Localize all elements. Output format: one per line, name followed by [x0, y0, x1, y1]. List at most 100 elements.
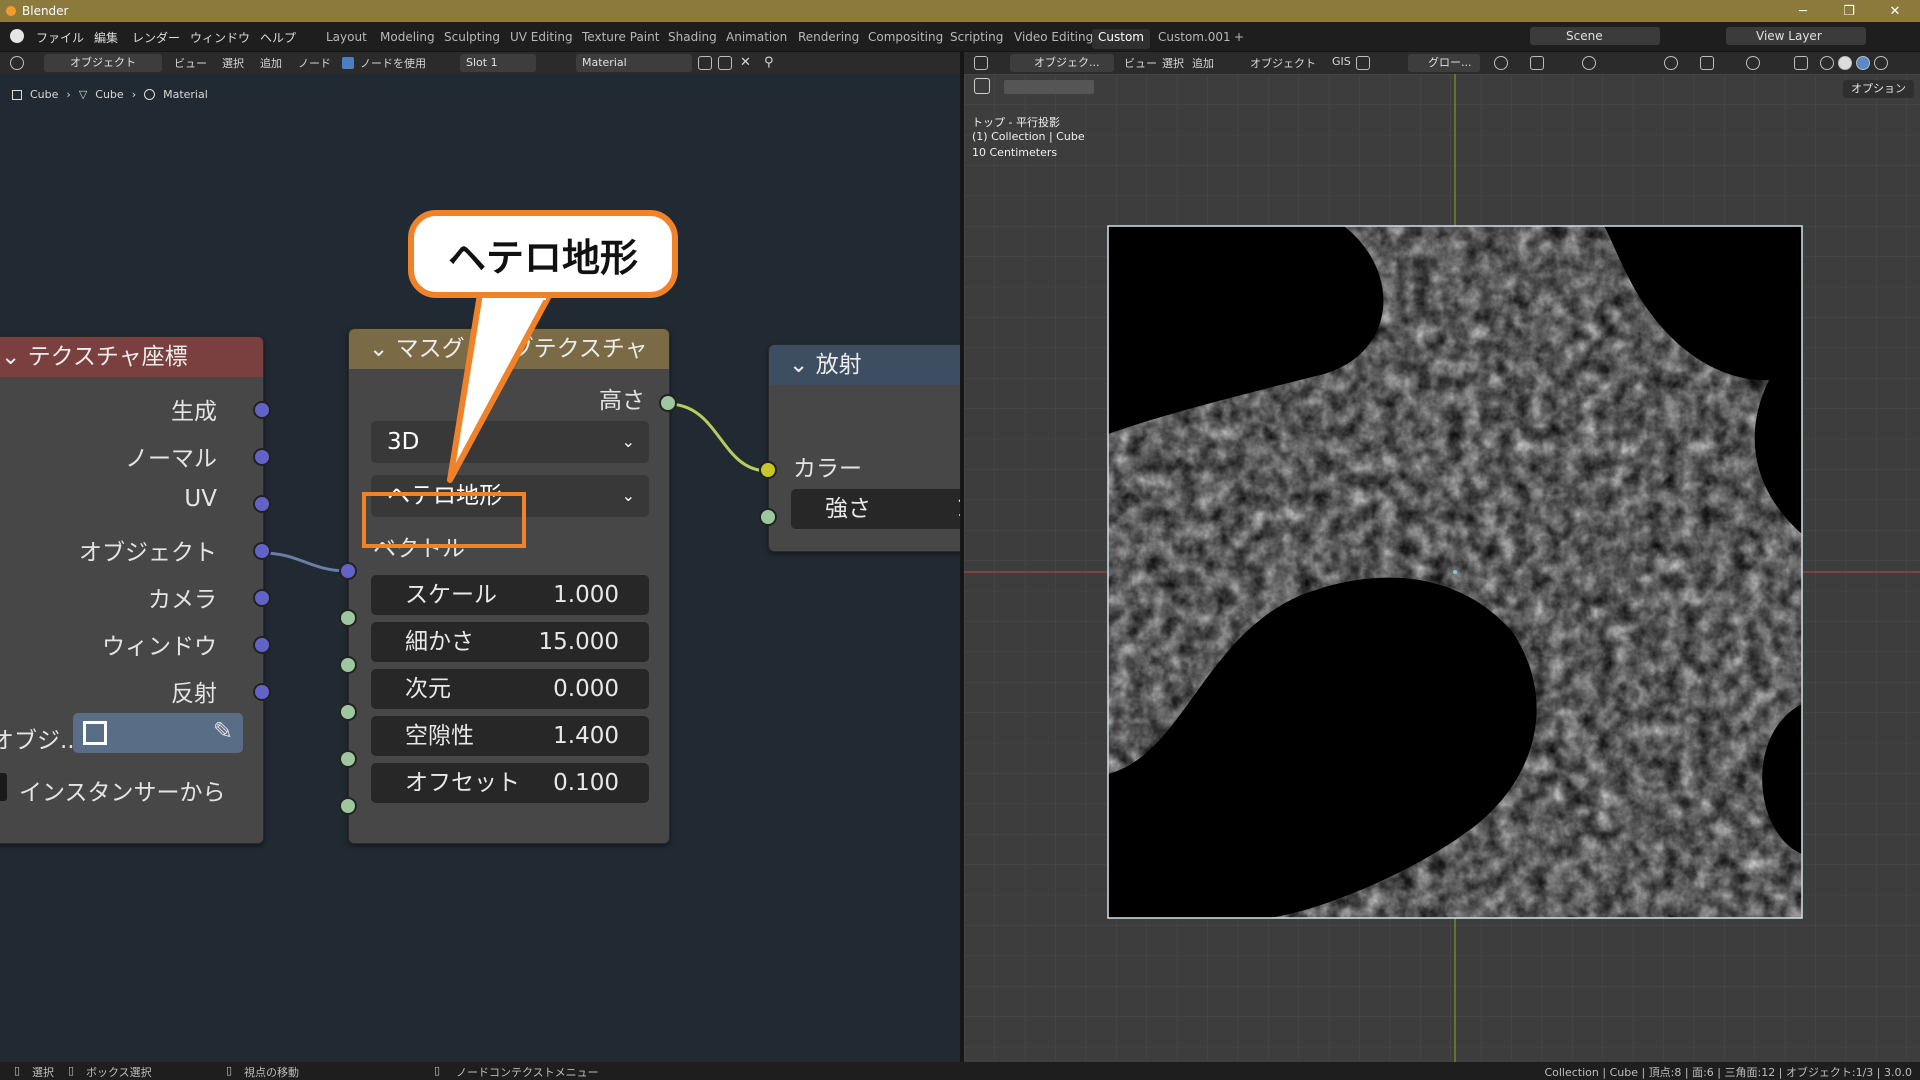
menu-view[interactable]: ビュー	[174, 55, 207, 71]
wireframe-shading-icon[interactable]	[1820, 56, 1834, 70]
slot-label: Slot 1	[466, 56, 498, 69]
menu-node[interactable]: ノード	[298, 55, 331, 71]
editor-type-icon[interactable]	[10, 56, 24, 70]
from-instancer-checkbox[interactable]	[0, 773, 7, 801]
overlay-icon[interactable]	[1746, 56, 1760, 70]
options-dropdown[interactable]: オプション	[1843, 80, 1914, 98]
socket-uv[interactable]	[253, 495, 271, 513]
chevron-down-icon[interactable]: ⌄	[789, 352, 808, 378]
socket-strength-input[interactable]	[759, 508, 777, 526]
socket-color-input[interactable]	[759, 461, 777, 479]
use-nodes-checkbox[interactable]	[342, 57, 354, 69]
select-mode-buttons[interactable]	[1004, 80, 1094, 94]
unlink-icon[interactable]: ✕	[740, 55, 751, 70]
menu-view[interactable]: ビュー	[1124, 55, 1157, 71]
minimize-button[interactable]: ─	[1780, 0, 1826, 22]
chevron-down-icon[interactable]: ⌄	[369, 336, 388, 362]
socket-offset-input[interactable]	[339, 797, 357, 815]
output-normal-label: ノーマル	[125, 446, 217, 472]
3d-viewport[interactable]: オプション トップ - 平行投影 (1) Collection | Cube 1…	[964, 74, 1920, 1062]
tab-rendering[interactable]: Rendering	[792, 29, 865, 49]
tab-custom-001[interactable]: Custom.001	[1152, 29, 1237, 49]
menu-add[interactable]: 追加	[260, 55, 282, 71]
dimension-field[interactable]: 次元 0.000	[371, 669, 649, 709]
proportional-edit-icon[interactable]	[1582, 56, 1596, 70]
detail-field[interactable]: 細かさ 15.000	[371, 622, 649, 662]
scene-selector[interactable]: Scene	[1530, 27, 1660, 45]
tab-sculpting[interactable]: Sculpting	[438, 29, 506, 49]
emission-node[interactable]: ⌄ 放射 カラー 強さ 1	[768, 344, 960, 552]
socket-normal[interactable]	[253, 448, 271, 466]
view-layer-selector[interactable]: View Layer	[1726, 27, 1866, 45]
node-header[interactable]: ⌄ 放射	[769, 345, 960, 385]
mode-dropdown[interactable]: オブジェク...	[1010, 54, 1114, 72]
eyedropper-icon[interactable]: ✎	[213, 717, 233, 745]
tab-compositing[interactable]: Compositing	[862, 29, 949, 49]
tab-layout[interactable]: Layout	[320, 29, 373, 49]
tab-modeling[interactable]: Modeling	[374, 29, 441, 49]
offset-field[interactable]: オフセット 0.100	[371, 763, 649, 803]
menu-select[interactable]: 選択	[1162, 55, 1184, 71]
link-object-vector	[261, 551, 349, 573]
gizmo-icon[interactable]	[1700, 56, 1714, 70]
add-workspace-button[interactable]: +	[1228, 29, 1250, 49]
tab-animation[interactable]: Animation	[720, 29, 793, 49]
socket-object[interactable]	[253, 542, 271, 560]
socket-height-output[interactable]	[659, 394, 677, 412]
strength-field[interactable]: 強さ 1	[791, 489, 960, 529]
tab-scripting[interactable]: Scripting	[944, 29, 1009, 49]
socket-detail-input[interactable]	[339, 656, 357, 674]
menu-add[interactable]: 追加	[1192, 55, 1214, 71]
scale-field[interactable]: スケール 1.000	[371, 575, 649, 615]
menu-help[interactable]: ヘルプ	[260, 29, 296, 46]
tab-uv-editing[interactable]: UV Editing	[504, 29, 579, 49]
snapping-icon[interactable]	[1530, 56, 1544, 70]
solid-shading-icon[interactable]	[1838, 56, 1852, 70]
menu-edit[interactable]: 編集	[94, 29, 118, 46]
texture-coordinate-node[interactable]: ⌄ テクスチャ座標 生成 ノーマル UV オブジェクト カメラ ウィンドウ 反射…	[0, 336, 264, 844]
material-field[interactable]: Material	[576, 54, 692, 72]
menu-select[interactable]: 選択	[222, 55, 244, 71]
tab-texture-paint[interactable]: Texture Paint	[576, 29, 665, 49]
socket-dimension-input[interactable]	[339, 703, 357, 721]
menu-window[interactable]: ウィンドウ	[190, 29, 250, 46]
socket-lacunarity-input[interactable]	[339, 750, 357, 768]
material-shading-icon[interactable]	[1856, 56, 1870, 70]
rendered-shading-icon[interactable]	[1874, 56, 1888, 70]
menu-gis[interactable]: GIS	[1332, 55, 1351, 68]
mode-label: オブジェク...	[1034, 56, 1100, 69]
tab-custom[interactable]: Custom	[1092, 29, 1150, 49]
close-button[interactable]: ✕	[1872, 0, 1918, 22]
pin-icon[interactable]: ⚲	[764, 55, 774, 70]
tab-shading[interactable]: Shading	[662, 29, 723, 49]
transform-orientation-dropdown[interactable]: グロー...	[1408, 54, 1480, 72]
socket-reflection[interactable]	[253, 683, 271, 701]
chevron-down-icon: ⌄	[621, 486, 635, 505]
socket-window[interactable]	[253, 636, 271, 654]
output-window-label: ウィンドウ	[102, 634, 217, 660]
duplicate-icon[interactable]	[718, 56, 732, 70]
slot-dropdown[interactable]: Slot 1	[460, 54, 536, 72]
menu-file[interactable]: ファイル	[36, 29, 84, 46]
socket-generated[interactable]	[253, 401, 271, 419]
xray-icon[interactable]	[1794, 56, 1808, 70]
socket-camera[interactable]	[253, 589, 271, 607]
chevron-down-icon[interactable]: ⌄	[1, 344, 20, 370]
menu-render[interactable]: レンダー	[132, 29, 180, 46]
node-header[interactable]: ⌄ テクスチャ座標	[0, 337, 263, 377]
fake-user-icon[interactable]	[698, 56, 712, 70]
editor-type-icon[interactable]	[974, 56, 988, 70]
socket-vector-input[interactable]	[339, 562, 357, 580]
lacunarity-field[interactable]: 空隙性 1.400	[371, 716, 649, 756]
menu-object[interactable]: オブジェクト	[1250, 55, 1316, 71]
snap-icon[interactable]	[1356, 56, 1370, 70]
maximize-button[interactable]: ❐	[1826, 0, 1872, 22]
tab-video-editing[interactable]: Video Editing	[1008, 29, 1099, 49]
visibility-icon[interactable]	[1664, 56, 1678, 70]
mode-dropdown[interactable]: オブジェクト	[44, 54, 162, 72]
blender-menu-icon[interactable]	[10, 29, 24, 43]
object-picker[interactable]: ✎	[73, 713, 243, 753]
socket-scale-input[interactable]	[339, 609, 357, 627]
pivot-icon[interactable]	[1494, 56, 1508, 70]
select-tool-icon[interactable]	[974, 78, 990, 94]
